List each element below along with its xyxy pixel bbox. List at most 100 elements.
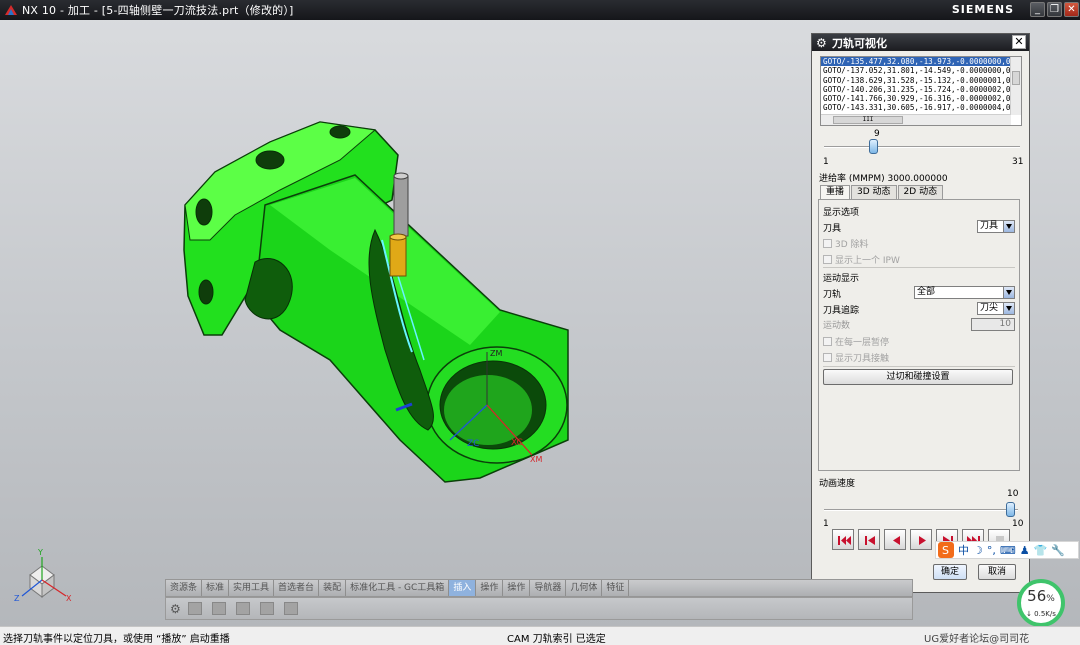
siemens-brand: SIEMENS (951, 3, 1014, 16)
event-slider-min: 1 (823, 157, 829, 167)
shirt-icon[interactable]: 👕 (1034, 544, 1048, 557)
event-slider-value: 9 (874, 129, 880, 139)
tab-replay[interactable]: 重播 (820, 185, 851, 199)
tab-utility[interactable]: 实用工具 (229, 580, 275, 596)
tab-operation-2[interactable]: 操作 (503, 580, 531, 596)
replay-panel: 显示选项 刀具 刀具 3D 除料 显示上一个 IPW 运动显示 刀轨 全部 刀具… (818, 199, 1020, 471)
cancel-button[interactable]: 取消 (978, 564, 1016, 580)
go-to-start-button[interactable] (832, 529, 854, 550)
punctuation-icon[interactable]: °, (987, 544, 996, 557)
animation-speed-min: 1 (823, 519, 829, 529)
ime-language[interactable]: 中 (958, 542, 969, 558)
svg-text:X: X (66, 594, 72, 603)
tab-3d-dynamic[interactable]: 3D 动态 (851, 185, 897, 199)
display-options-heading: 显示选项 (823, 208, 860, 218)
view-triad-icon: Y Z X (14, 548, 72, 603)
play-icon (919, 536, 926, 545)
toolbar-icon-row: ⚙ (165, 597, 913, 620)
restore-button[interactable]: ❐ (1047, 2, 1062, 17)
tab-insert[interactable]: 插入 (449, 580, 477, 596)
tool-icon[interactable] (212, 602, 226, 615)
tab-preferences[interactable]: 首选者台 (274, 580, 320, 596)
divider (823, 366, 1015, 367)
window-title-bar: NX 10 - 加工 - [5-四轴侧壁一刀流技法.prt（修改的）] SIEM… (0, 0, 1080, 20)
list-item[interactable]: GOTO/-135.477,32.080,-13.973,-0.0000000,… (821, 57, 1021, 67)
tab-operation[interactable]: 操作 (476, 580, 504, 596)
show-tool-contact-checkbox[interactable]: 显示刀具接触 (823, 351, 889, 364)
tool-trace-label: 刀具追踪 (823, 306, 860, 316)
toolpath-visualization-dialog: ⚙ 刀轨可视化 ✕ GOTO/-135.477,32.080,-13.973,-… (811, 33, 1030, 593)
part-model[interactable]: ZM ZC XC XM Y Z X (0, 20, 810, 626)
tab-gc-toolkit[interactable]: 标准化工具 - GC工具箱 (346, 580, 450, 596)
animation-speed-track[interactable] (824, 509, 1018, 511)
toolpath-dropdown[interactable]: 全部 (914, 286, 1015, 299)
divider (823, 267, 1015, 268)
tool-icon[interactable] (236, 602, 250, 615)
list-item[interactable]: GOTO/-143.331,30.605,-16.917,-0.0000004,… (821, 103, 1021, 112)
tool-trace-dropdown[interactable]: 刀尖 (977, 302, 1015, 315)
user-icon[interactable]: ♟ (1020, 544, 1030, 557)
show-prev-ipw-checkbox[interactable]: 显示上一个 IPW (823, 253, 900, 266)
sogou-logo-icon: S (938, 542, 954, 558)
event-slider-track[interactable] (824, 146, 1020, 148)
watermark: UG爱好者论坛@司司花 (924, 634, 1030, 645)
tab-standard[interactable]: 标准 (202, 580, 230, 596)
gear-icon[interactable]: ⚙ (816, 37, 828, 49)
step-back-icon (865, 536, 875, 545)
3d-removal-checkbox[interactable]: 3D 除料 (823, 237, 869, 250)
keyboard-icon[interactable]: ⌨ (1000, 544, 1016, 557)
toolbar-tabs: 资源条 标准 实用工具 首选者台 装配 标准化工具 - GC工具箱 插入 操作 … (165, 579, 913, 597)
pause-each-layer-checkbox[interactable]: 在每一层暂停 (823, 335, 889, 348)
ime-toolbar[interactable]: S 中 ☽ °, ⌨ ♟ 👕 🔧 (935, 541, 1079, 559)
list-item[interactable]: GOTO/-138.629,31.528,-15.132,-0.0000001,… (821, 76, 1021, 85)
close-icon[interactable]: ✕ (1012, 35, 1026, 49)
tool-icon[interactable] (260, 602, 274, 615)
xm-axis-label: XM (530, 455, 542, 464)
motion-count-label: 运动数 (823, 321, 851, 331)
list-vertical-scrollbar[interactable] (1010, 57, 1021, 115)
ok-button[interactable]: 确定 (933, 564, 967, 580)
animation-speed-value: 10 (1007, 489, 1019, 499)
tab-assembly[interactable]: 装配 (319, 580, 347, 596)
chevron-down-icon (1003, 303, 1014, 314)
status-prompt: 选择刀轨事件以定位刀具，或使用 “播放” 启动重播 (3, 634, 230, 645)
step-back-button[interactable] (858, 529, 880, 550)
tool-icon[interactable] (284, 602, 298, 615)
svg-text:Y: Y (37, 548, 43, 557)
network-speed-widget: 56% ↓ 0.5K/s (1017, 579, 1065, 627)
tab-geometry[interactable]: 几何体 (566, 580, 603, 596)
tab-navigator[interactable]: 导航器 (530, 580, 567, 596)
feed-rate-label: 进给率 (MMPM) 3000.000000 (819, 174, 948, 184)
wrench-icon[interactable]: 🔧 (1051, 544, 1065, 557)
gear-icon[interactable]: ⚙ (170, 602, 181, 616)
chevron-down-icon (1003, 287, 1014, 298)
motion-display-heading: 运动显示 (823, 274, 860, 284)
goto-list[interactable]: GOTO/-135.477,32.080,-13.973,-0.0000000,… (820, 56, 1022, 126)
tool-dropdown[interactable]: 刀具 (977, 220, 1015, 233)
network-percent: 56 (1027, 587, 1047, 605)
nx-logo-icon (5, 5, 17, 15)
xc-axis-label: XC (511, 438, 523, 448)
list-item[interactable]: GOTO/-140.206,31.235,-15.724,-0.0000002,… (821, 85, 1021, 94)
gouge-collision-settings-button[interactable]: 过切和碰撞设置 (823, 369, 1013, 385)
event-slider-thumb[interactable] (869, 139, 879, 154)
tab-bar: 重播 3D 动态 2D 动态 (820, 185, 944, 199)
graphics-viewport[interactable]: ZM ZC XC XM Y Z X (0, 20, 810, 626)
play-button[interactable] (910, 529, 932, 550)
tab-feature[interactable]: 特征 (602, 580, 630, 596)
animation-speed-thumb[interactable] (1006, 502, 1015, 517)
tab-resource-bar[interactable]: 资源条 (166, 580, 203, 596)
rewind-start-icon (838, 536, 851, 545)
list-item[interactable]: GOTO/-137.052,31.801,-14.549,-0.0000000,… (821, 66, 1021, 75)
list-horizontal-scrollbar[interactable]: III (821, 114, 1011, 125)
motion-count-field[interactable]: 10 (971, 318, 1015, 331)
list-item[interactable]: GOTO/-141.766,30.929,-16.316,-0.0000002,… (821, 94, 1021, 103)
tool-icon[interactable] (188, 602, 202, 615)
status-selection: CAM 刀轨索引 已选定 (507, 634, 606, 645)
svg-text:Z: Z (14, 594, 20, 603)
play-reverse-button[interactable] (884, 529, 906, 550)
tab-2d-dynamic[interactable]: 2D 动态 (897, 185, 944, 199)
minimize-button[interactable]: _ (1030, 2, 1045, 17)
moon-icon[interactable]: ☽ (973, 544, 983, 557)
close-window-button[interactable]: ✕ (1064, 2, 1079, 17)
